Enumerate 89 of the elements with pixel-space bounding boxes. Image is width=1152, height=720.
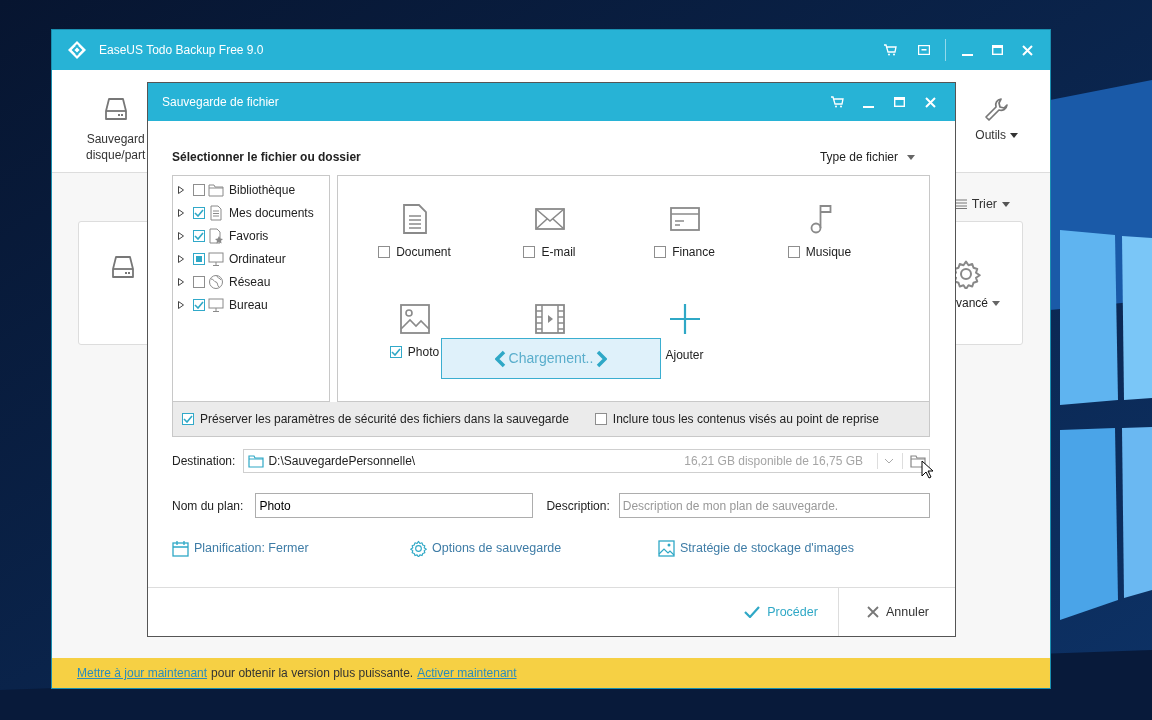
checkbox[interactable] [654,246,667,258]
checkbox[interactable] [523,246,536,258]
checkbox[interactable] [182,413,194,425]
option-label: Inclure tous les contenus visés au point de reprise [612,411,879,428]
document-icon [208,204,224,221]
file-type-label: Musique [805,244,852,261]
file-type-label: Document [396,244,451,261]
caret-icon [907,154,915,160]
drive-icon [112,255,134,279]
close-icon[interactable] [924,96,936,108]
chevron-icon [595,349,608,368]
card-label: vancé [956,295,989,312]
file-type-label: Finance [672,244,715,261]
checkbox[interactable] [193,229,205,242]
chevron-icon [494,349,507,368]
expand-icon[interactable] [178,208,184,217]
plan-name-field[interactable]: Photo [255,493,534,518]
window-title: Sauvegarde de fichier [162,94,279,111]
maximize-icon[interactable] [893,97,905,107]
destination-field[interactable]: D:\SauvegardePersonnelle\ 16,21 GB disponible de 16,75 GB [243,449,930,473]
image-icon [658,539,675,557]
folder-icon [248,454,265,468]
destination-path: D:\SauvegardePersonnelle\ [268,453,417,470]
tray-icon[interactable] [918,45,930,55]
image-icon [398,303,431,335]
checkbox[interactable] [787,246,800,258]
monitor-icon [208,250,224,267]
notice-text: pour obtenir la version plus puissante. [211,665,414,682]
close-icon [866,606,879,618]
caret-icon [992,300,1001,306]
field-label: Nom du plan: [172,497,244,515]
tree-item[interactable]: Ordinateur [229,249,286,268]
loading-text: Chargement.. [508,349,594,368]
cart-icon[interactable] [883,44,897,56]
field-label: Description: [546,497,610,515]
caret-icon [1010,132,1018,138]
checkbox[interactable] [193,206,205,219]
globe-icon [208,273,224,290]
film-icon [533,303,566,335]
section-heading: Sélectionner le fichier ou dossier [172,149,361,166]
expand-icon[interactable] [178,231,184,240]
option-link[interactable]: Options de sauvegarde [410,539,658,558]
window-title: EaseUS Todo Backup Free 9.0 [99,42,264,59]
caret-icon [1002,201,1010,207]
wrench-icon [983,97,1010,123]
close-icon[interactable] [1021,44,1033,56]
field-label: Destination: [172,453,236,470]
checkbox[interactable] [193,298,205,311]
file-type-label: Ajouter [665,347,704,364]
checkbox[interactable] [193,275,205,288]
tree-item[interactable]: Mes documents [229,203,314,222]
toolbar-button[interactable]: Outils [969,70,1050,172]
description-field[interactable]: Description de mon plan de sauvegarde. [618,493,930,518]
star-document-icon [208,227,224,244]
checkbox[interactable] [594,413,607,425]
tree-item[interactable]: Réseau [229,272,271,291]
gear-icon [410,539,427,557]
checkbox[interactable] [193,183,205,196]
tree-item[interactable]: Bibliothèque [229,180,296,199]
expand-icon[interactable] [178,254,184,263]
plus-icon[interactable] [668,303,701,335]
list-icon [954,199,967,210]
checkbox[interactable] [378,246,391,258]
option-link[interactable]: Planification: Fermer [172,539,410,558]
option-label: Préserver les paramètres de sécurité des fichiers dans la sauvegarde [200,411,569,428]
logo-icon [67,40,87,60]
drive-icon [104,97,127,121]
chevron-down-icon[interactable] [884,458,894,464]
file-type-dropdown[interactable]: Type de fichier [819,148,915,166]
monitor-icon [208,296,224,313]
toolbar-button[interactable]: Sauvegard disque/part [52,70,152,172]
option-link[interactable]: Stratégie de stockage d'images [658,539,855,558]
check-icon [744,606,761,618]
tree-item[interactable]: Bureau [229,295,268,314]
file-type-label: E-mail [541,244,576,261]
expand-icon[interactable] [178,300,184,309]
tree-item[interactable]: Favoris [229,226,269,245]
cart-icon[interactable] [830,96,844,108]
maximize-icon[interactable] [991,45,1003,55]
expand-icon[interactable] [178,185,184,194]
sort-button[interactable]: Trier [954,195,1010,214]
free-space-text: 16,21 GB disponible de 16,75 GB [684,453,863,470]
calendar-icon [172,539,189,557]
folder-icon [208,181,224,198]
cursor-icon [921,460,934,479]
checkbox[interactable] [389,346,402,358]
cancel-button[interactable]: Annuler [837,588,955,636]
expand-icon[interactable] [178,277,184,286]
file-type-label: Photo [407,344,440,361]
